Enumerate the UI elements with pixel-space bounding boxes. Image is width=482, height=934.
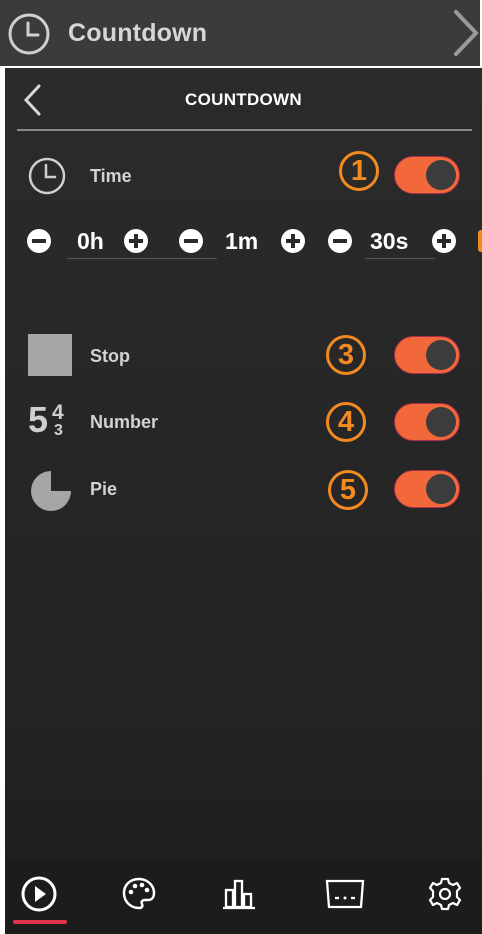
badge-3: 3 bbox=[326, 335, 366, 375]
minutes-plus-icon[interactable] bbox=[281, 229, 305, 253]
number-icon-bottom: 3 bbox=[54, 422, 63, 439]
number-icon-top: 4 bbox=[52, 401, 64, 424]
time-toggle[interactable] bbox=[394, 156, 460, 194]
seconds-value: 30s bbox=[370, 228, 409, 254]
seconds-minus-icon[interactable] bbox=[328, 229, 352, 253]
minutes-minus-icon[interactable] bbox=[179, 229, 203, 253]
header-divider bbox=[17, 129, 472, 131]
gear-icon bbox=[428, 877, 462, 911]
minutes-value: 1m bbox=[225, 228, 259, 254]
toggle-knob bbox=[426, 160, 456, 190]
pie-icon bbox=[31, 471, 71, 511]
toggle-knob bbox=[426, 407, 456, 437]
nav-palette[interactable] bbox=[113, 868, 165, 920]
chevron-right-icon[interactable] bbox=[448, 8, 482, 58]
seconds-plus-icon[interactable] bbox=[432, 229, 456, 253]
breadcrumb-title: Countdown bbox=[68, 19, 208, 47]
stop-square-icon bbox=[28, 334, 72, 376]
nav-settings[interactable] bbox=[419, 868, 471, 920]
time-label: Time bbox=[90, 166, 132, 186]
hours-value: 0h bbox=[77, 228, 104, 254]
scoreboard-icon bbox=[325, 879, 365, 909]
bottom-nav bbox=[5, 858, 482, 934]
clock-icon bbox=[8, 13, 50, 55]
number-countdown-icon: 5 4 3 bbox=[28, 400, 78, 450]
play-circle-icon bbox=[21, 876, 57, 912]
hours-minus-icon[interactable] bbox=[27, 229, 51, 253]
stop-toggle[interactable] bbox=[394, 336, 460, 374]
clock-icon bbox=[28, 157, 66, 195]
number-label: Number bbox=[90, 412, 159, 432]
number-toggle[interactable] bbox=[394, 403, 460, 441]
nav-scoreboard[interactable] bbox=[319, 868, 371, 920]
hours-plus-icon[interactable] bbox=[124, 229, 148, 253]
badge-4: 4 bbox=[326, 402, 366, 442]
countdown-panel: COUNTDOWN Time 1 0h 1m 30s Stop 3 5 4 3 … bbox=[5, 68, 482, 934]
stop-label: Stop bbox=[90, 346, 130, 366]
bar-chart-icon bbox=[223, 879, 255, 910]
page-title: COUNTDOWN bbox=[185, 90, 302, 109]
palette-icon bbox=[122, 877, 156, 910]
breadcrumb[interactable]: Countdown bbox=[0, 0, 480, 66]
badge-5: 5 bbox=[328, 470, 368, 510]
stepper-underline bbox=[365, 258, 435, 259]
pie-toggle[interactable] bbox=[394, 470, 460, 508]
number-icon-main: 5 bbox=[28, 399, 49, 440]
badge-1: 1 bbox=[339, 151, 379, 191]
pie-label: Pie bbox=[90, 479, 118, 499]
active-tab-indicator bbox=[13, 920, 67, 924]
stepper-underline bbox=[67, 258, 217, 259]
scroll-indicator bbox=[478, 230, 482, 252]
nav-stats[interactable] bbox=[213, 868, 265, 920]
toggle-knob bbox=[426, 474, 456, 504]
toggle-knob bbox=[426, 340, 456, 370]
nav-play[interactable] bbox=[13, 868, 65, 920]
